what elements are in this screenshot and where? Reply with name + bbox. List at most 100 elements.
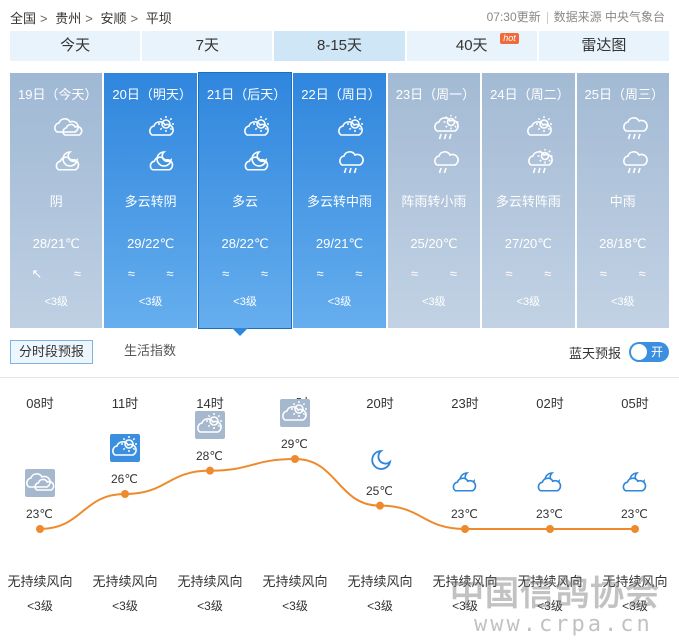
sub-tabs: 分时段预报 生活指数 蓝天预报 开 (10, 340, 669, 366)
toggle-label: 开 (650, 345, 663, 359)
sunny-forecast-label: 蓝天预报 (568, 346, 621, 361)
day-card[interactable]: 24日（周二） 多云转阵雨 27/20℃ ≈ ≈ <3级 (482, 73, 575, 328)
partly-cloudy-icon (195, 410, 225, 439)
hour-label: 02时 (536, 396, 564, 411)
day-date: 20日（明天） (112, 87, 192, 102)
day-card[interactable]: 21日（后天） 多云 28/22℃ ≈ ≈ <3级 (197, 72, 293, 329)
hour-wind-direction: 无持续风向 (92, 574, 158, 589)
rain-icon (620, 149, 650, 175)
partly-cloudy-night-icon (147, 149, 177, 175)
partly-cloudy-night-icon (620, 469, 650, 497)
hour-temperature: 23℃ (451, 507, 478, 521)
day-card[interactable]: 25日（周三） 中雨 28/18℃ ≈ ≈ <3级 (576, 73, 669, 328)
hour-wind-level: <3级 (197, 599, 223, 613)
hour-wind-level: <3级 (282, 599, 308, 613)
temperature-point (461, 525, 469, 533)
tab-today[interactable]: 今天 (10, 31, 141, 61)
hour-wind-direction: 无持续风向 (262, 574, 328, 589)
day-wind-direction: ≈ ≈ (316, 266, 377, 281)
breadcrumb-item[interactable]: 全国 (10, 11, 36, 26)
data-source: 数据来源 中央气象台 (553, 10, 665, 24)
partly-cloudy-night-icon (450, 469, 480, 497)
hour-label: 11时 (111, 396, 139, 411)
hour-temperature: 25℃ (366, 483, 393, 498)
partly-cloudy-icon (280, 399, 310, 427)
day-wind-level: <3级 (422, 296, 446, 308)
rain-icon (336, 149, 366, 175)
partly-cloudy-night-icon (242, 149, 272, 175)
day-weather: 多云转阵雨 (495, 194, 561, 209)
sunny-forecast-toggle[interactable]: 开 (629, 342, 669, 362)
day-temperature: 27/20℃ (504, 236, 552, 251)
tab-7-days[interactable]: 7天 (142, 31, 273, 61)
day-card[interactable]: 20日（明天） 多云转阴 29/22℃ ≈ ≈ <3级 (104, 73, 197, 328)
cloudy-icon (53, 115, 83, 141)
day-date: 22日（周日） (301, 87, 381, 102)
hour-label: 23时 (451, 396, 479, 411)
day-weather: 阵雨转小雨 (401, 194, 467, 209)
hour-temperature: 23℃ (621, 507, 648, 521)
breadcrumb-item: 平坝 (145, 11, 172, 26)
day-weather: 多云 (232, 194, 259, 209)
cloudy-icon (25, 469, 55, 497)
hour-label: 05时 (621, 396, 649, 411)
day-wind-direction: ≈ ≈ (127, 266, 188, 281)
day-date: 24日（周二） (490, 87, 570, 102)
partly-cloudy-icon (110, 434, 140, 462)
day-card[interactable]: 23日（周一） 阵雨转小雨 25/20℃ ≈ ≈ <3级 (387, 73, 481, 328)
hour-temperature: 23℃ (536, 507, 563, 521)
day-date: 25日（周三） (584, 87, 664, 102)
partly-cloudy-icon (147, 115, 177, 141)
shower-icon (525, 148, 555, 175)
daily-forecast: 19日（今天） 阴 28/21℃ ↖ ≈ <3级 20日（明天） 多云转阴 29… (10, 72, 669, 329)
partly-cloudy-icon (525, 115, 555, 141)
day-wind-level: <3级 (233, 296, 257, 308)
shower-icon (431, 114, 461, 141)
day-wind-direction: ≈ ≈ (599, 266, 660, 281)
forecast-tabs: 今天 7天 8-15天 40天 hot 雷达图 (10, 31, 670, 61)
day-wind-level: <3级 (327, 296, 352, 308)
day-wind-direction: ↖ ≈ (31, 266, 96, 281)
tab-life-index[interactable]: 生活指数 (116, 340, 184, 364)
update-time: 07:30更新 (486, 10, 541, 24)
tab-8-15-days[interactable]: 8-15天 (274, 31, 405, 61)
hour-label: 08时 (26, 396, 54, 411)
temperature-point (206, 466, 214, 475)
hour-wind-direction: 无持续风向 (7, 574, 73, 589)
day-wind-direction: ≈ ≈ (505, 266, 566, 281)
day-date: 21日（后天） (206, 87, 287, 102)
hour-temperature: 29℃ (281, 437, 308, 451)
toggle-knob (631, 344, 647, 360)
hour-wind-direction: 无持续风向 (177, 574, 243, 589)
day-weather: 中雨 (609, 194, 636, 209)
hour-wind-direction: 无持续风向 (347, 574, 413, 589)
watermark-logo: 中国信鸽协会 (450, 574, 660, 614)
day-wind-direction: ≈ ≈ (222, 266, 282, 281)
day-wind-level: <3级 (138, 296, 163, 308)
temperature-point (631, 525, 639, 533)
day-weather: 多云转中雨 (306, 194, 372, 209)
day-wind-level: <3级 (610, 296, 635, 308)
moon-icon (365, 446, 395, 474)
day-wind-direction: ≈ ≈ (410, 266, 471, 281)
day-date: 19日（今天） (18, 87, 98, 102)
tab-radar[interactable]: 雷达图 (538, 31, 670, 61)
day-card[interactable]: 19日（今天） 阴 28/21℃ ↖ ≈ <3级 (10, 73, 103, 328)
partly-cloudy-icon (242, 115, 272, 141)
day-wind-level: <3级 (516, 296, 541, 308)
hour-temperature: 23℃ (26, 507, 53, 521)
hot-badge: hot (500, 33, 519, 44)
day-card[interactable]: 22日（周日） 多云转中雨 29/21℃ ≈ ≈ <3级 (293, 73, 386, 328)
hour-label: 14时 (196, 396, 224, 411)
tab-40-days[interactable]: 40天 hot (406, 31, 537, 61)
breadcrumb-item[interactable]: 贵州 (55, 11, 81, 26)
hour-wind-level: <3级 (27, 599, 53, 613)
selected-day-pointer (232, 328, 248, 336)
day-temperature: 28/22℃ (221, 236, 269, 251)
tab-hourly-forecast[interactable]: 分时段预报 (10, 340, 94, 364)
breadcrumb-item[interactable]: 安顺 (100, 11, 126, 26)
day-temperature: 29/21℃ (315, 236, 364, 251)
day-wind-level: <3级 (44, 296, 68, 308)
day-temperature: 28/21℃ (32, 236, 80, 251)
day-temperature: 29/22℃ (127, 236, 175, 251)
